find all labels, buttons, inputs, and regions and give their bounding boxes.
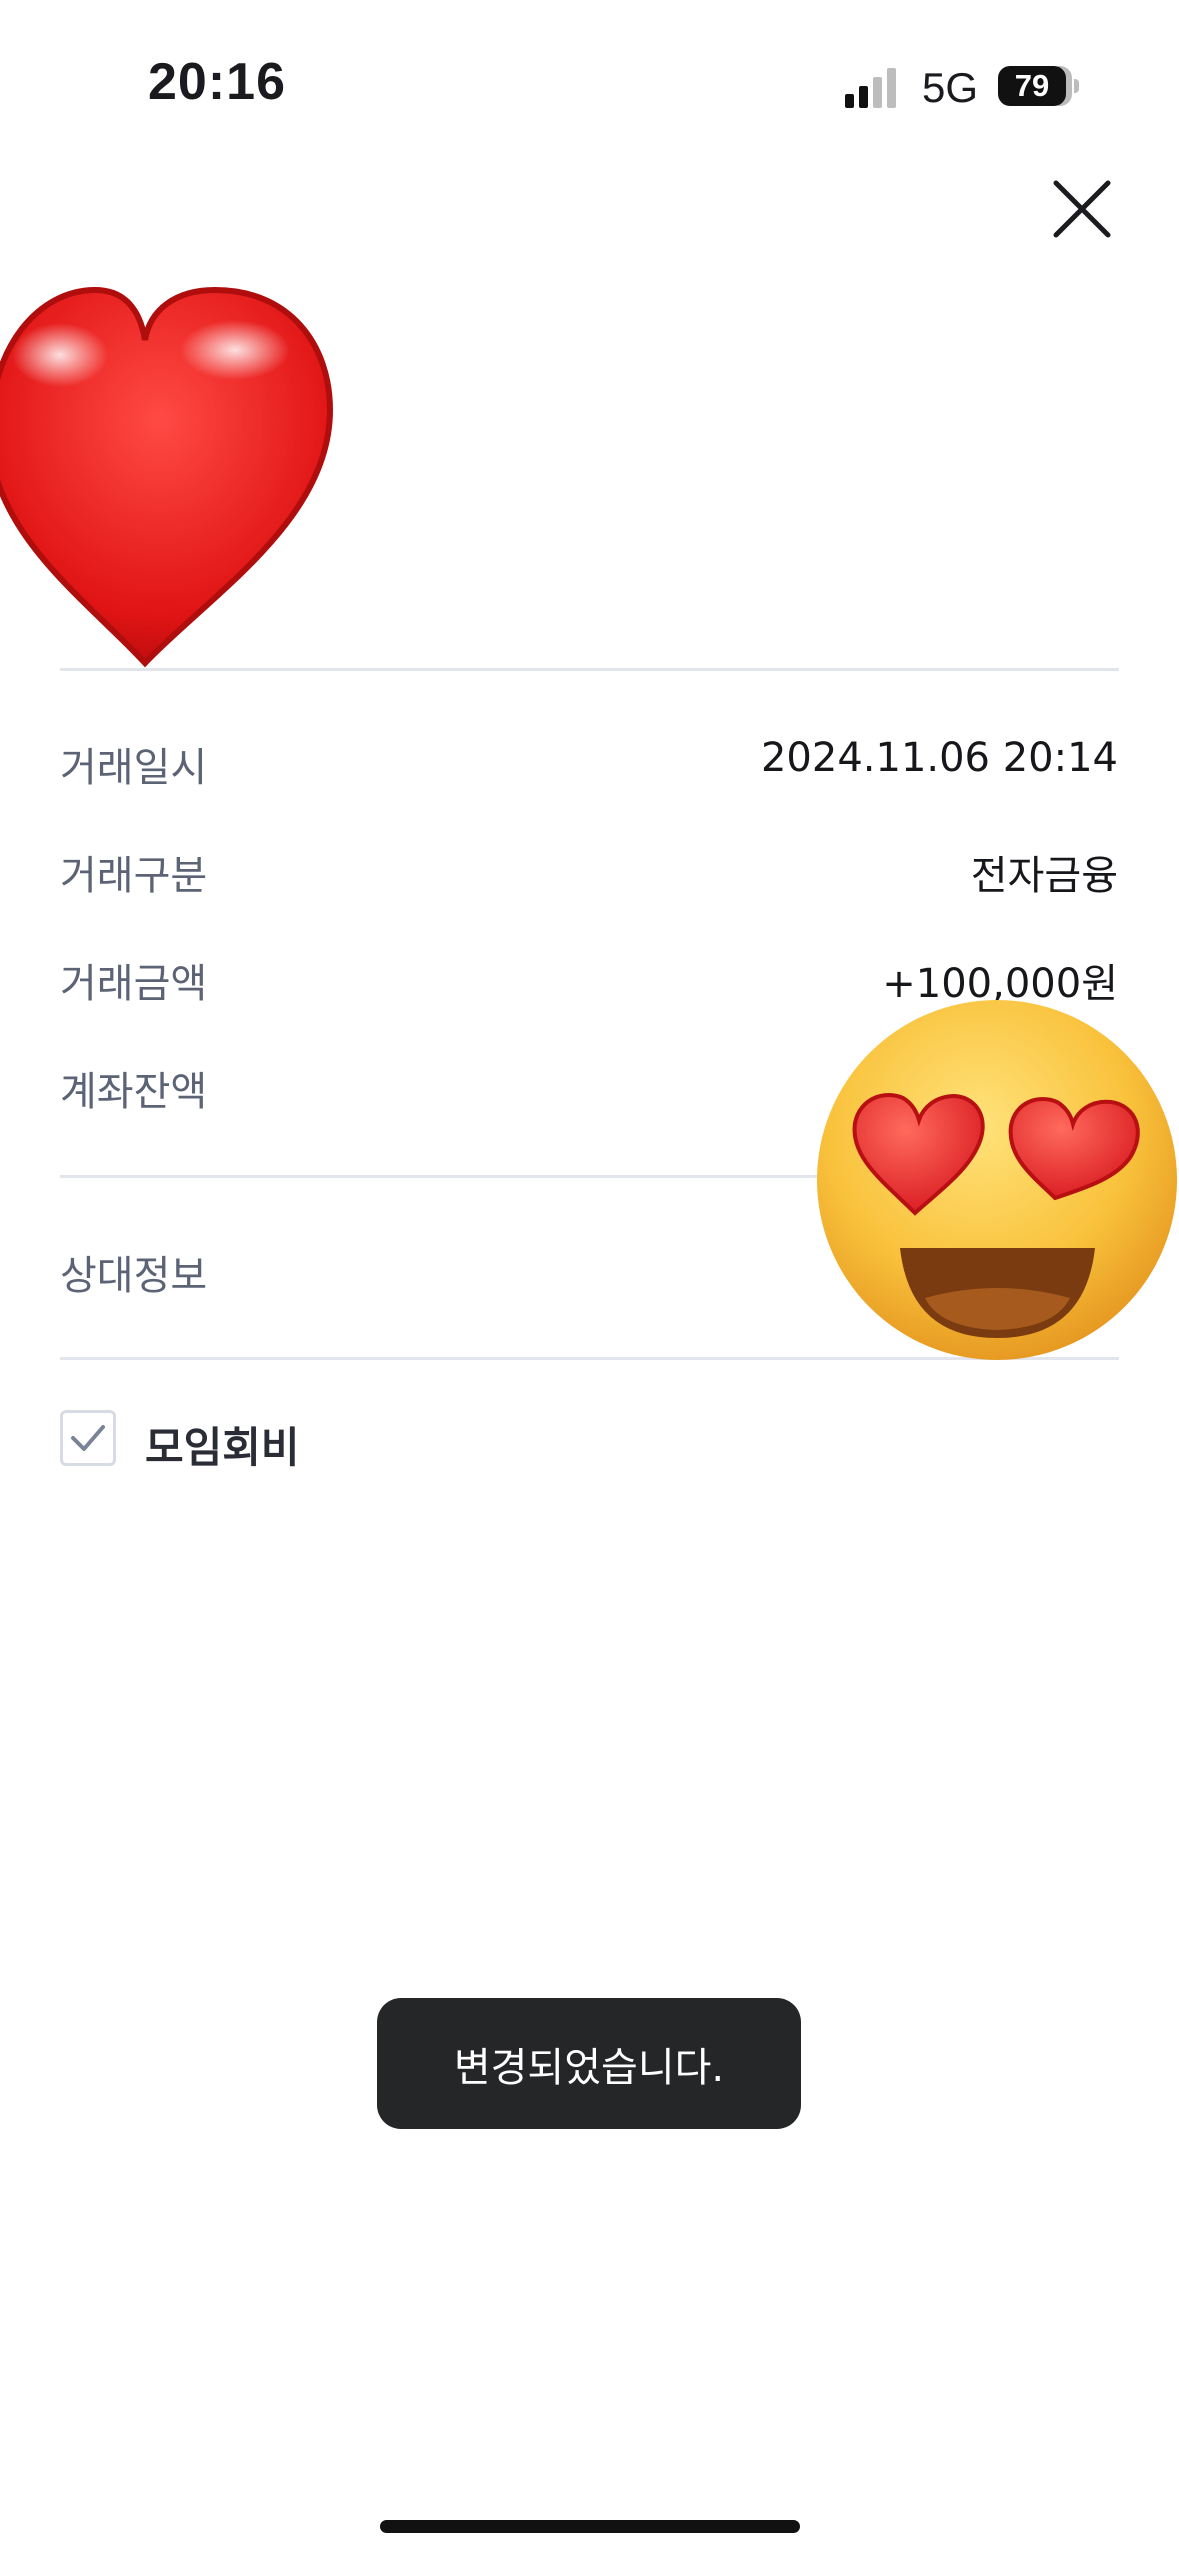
label-transaction-type: 거래구분 xyxy=(60,853,208,899)
home-indicator[interactable] xyxy=(380,2520,800,2533)
heart-eyes-emoji-icon xyxy=(817,1000,1177,1360)
label-transaction-datetime: 거래일시 xyxy=(60,745,208,791)
divider xyxy=(60,668,1119,671)
network-type: 5G xyxy=(922,64,979,111)
category-checkbox[interactable] xyxy=(60,1410,116,1466)
cellular-signal-icon xyxy=(845,68,896,108)
value-transaction-datetime: 2024.11.06 20:14 xyxy=(760,735,1118,781)
red-heart-icon xyxy=(0,286,334,668)
label-transaction-amount: 거래금액 xyxy=(60,961,208,1007)
status-time: 20:16 xyxy=(148,53,286,111)
battery-icon: 79 xyxy=(998,66,1066,106)
category-label[interactable]: 모임회비 xyxy=(145,1414,300,1475)
battery-nub xyxy=(1074,79,1079,93)
close-icon[interactable] xyxy=(1050,177,1114,241)
toast-message: 변경되었습니다. xyxy=(377,1998,801,2129)
checkmark-icon xyxy=(71,1425,105,1451)
label-account-balance: 계좌잔액 xyxy=(60,1069,208,1115)
label-counterparty: 상대정보 xyxy=(60,1253,208,1299)
value-transaction-type: 전자금융 xyxy=(970,853,1118,899)
